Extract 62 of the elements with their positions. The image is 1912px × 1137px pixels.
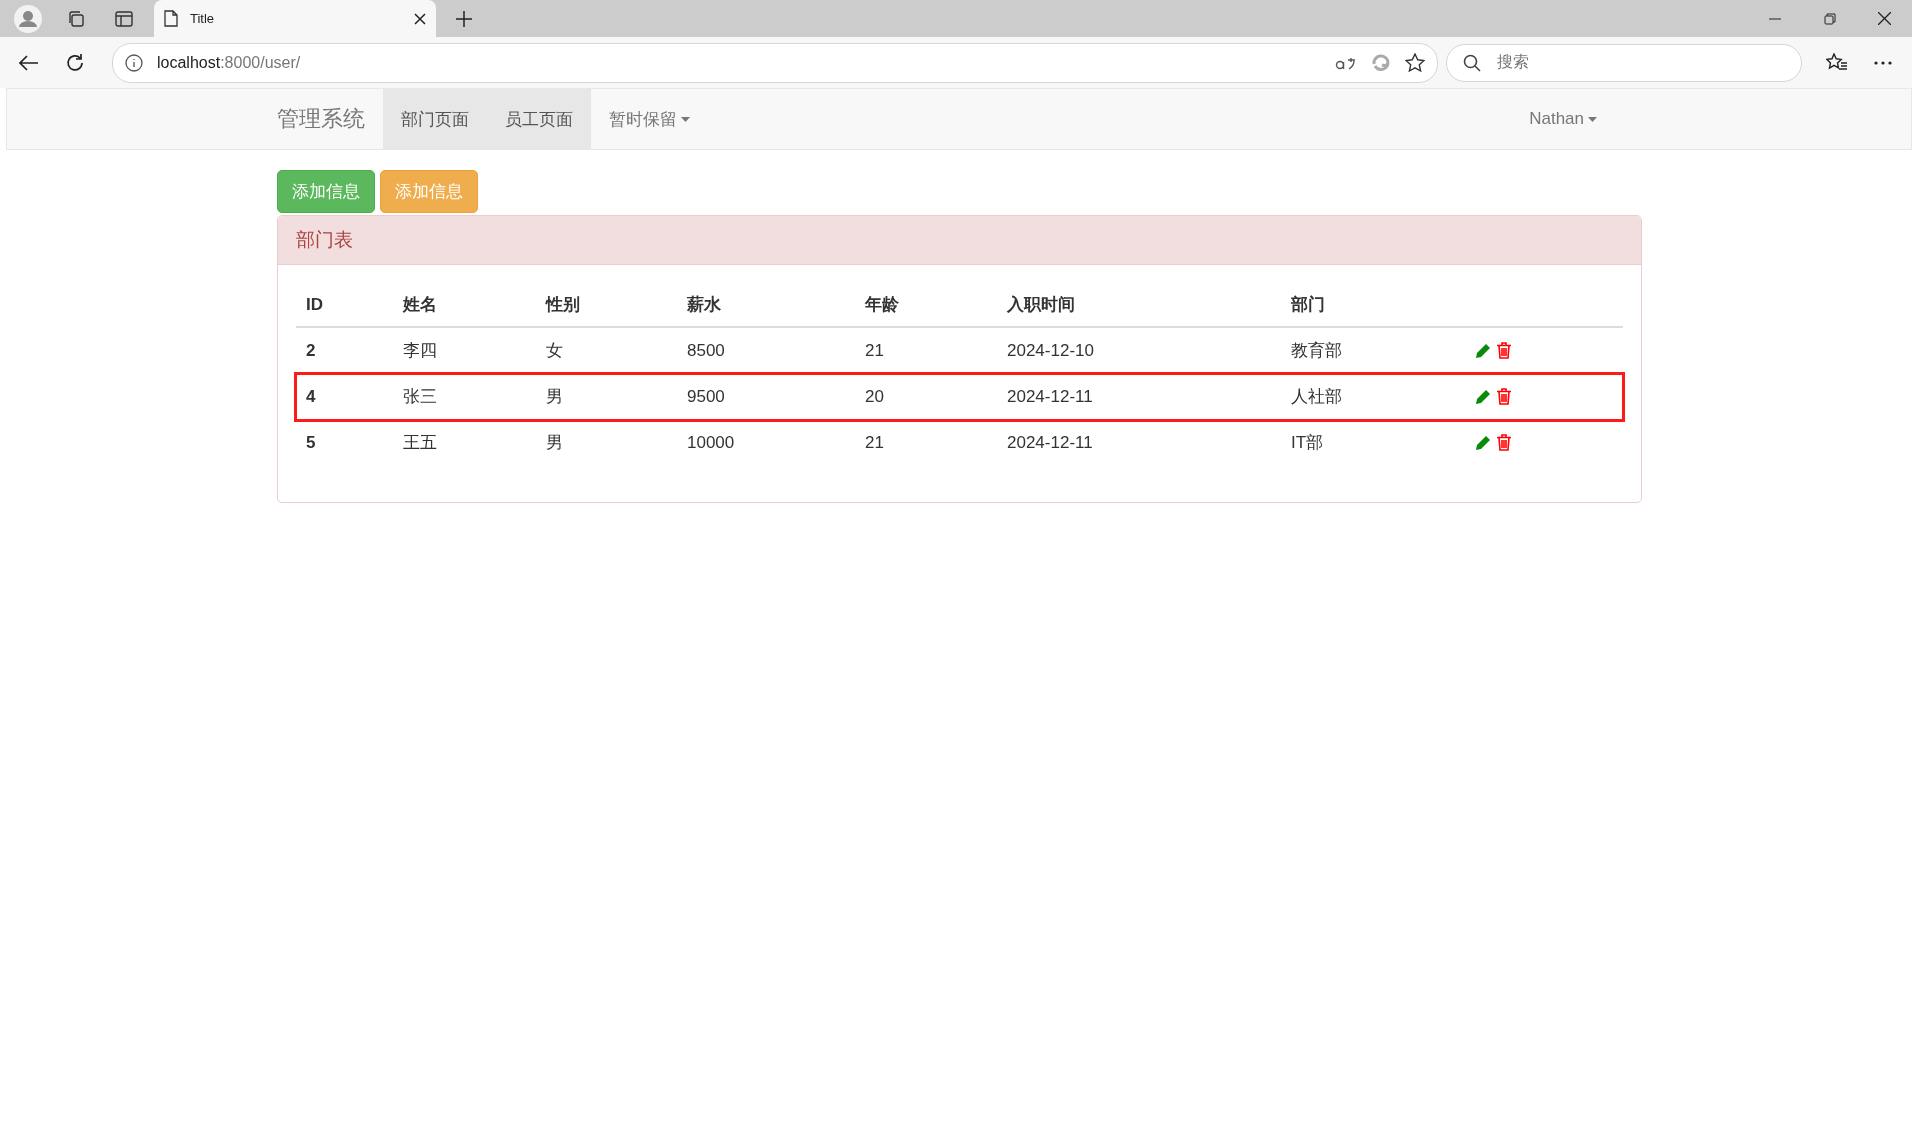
column-header: 性别 — [536, 283, 677, 327]
column-header: ID — [296, 283, 393, 327]
table-cell: 男 — [536, 419, 677, 465]
table-cell: 李四 — [393, 327, 536, 374]
table-cell: IT部 — [1281, 419, 1467, 465]
nav-link[interactable]: 部门页面 — [383, 89, 487, 149]
page-icon — [164, 10, 178, 27]
panel-title: 部门表 — [278, 216, 1641, 265]
column-header: 入职时间 — [997, 283, 1281, 327]
table-cell: 21 — [855, 327, 997, 374]
user-menu[interactable]: Nathan — [1511, 89, 1615, 149]
address-bar[interactable]: localhost:8000/user/ — [112, 42, 1438, 83]
table-cell: 女 — [536, 327, 677, 374]
info-icon[interactable] — [125, 53, 143, 72]
delete-trash-icon[interactable] — [1497, 388, 1511, 405]
more-icon[interactable] — [1874, 60, 1892, 65]
table-cell: 张三 — [393, 373, 536, 420]
column-header: 部门 — [1281, 283, 1467, 327]
close-icon[interactable] — [414, 12, 426, 25]
table-cell: 4 — [296, 373, 393, 420]
tab-layout-icon[interactable] — [115, 10, 133, 27]
table-cell: 20 — [855, 373, 997, 420]
favorite-star-icon[interactable] — [1405, 52, 1425, 73]
read-aloud-icon[interactable] — [1335, 55, 1357, 70]
edit-pencil-icon[interactable] — [1475, 342, 1491, 359]
delete-trash-icon[interactable] — [1497, 342, 1511, 359]
table-cell: 人社部 — [1281, 373, 1467, 420]
table-cell: 2024-12-11 — [997, 419, 1281, 465]
table-cell: 王五 — [393, 419, 536, 465]
table-cell: 男 — [536, 373, 677, 420]
table-cell: 5 — [296, 419, 393, 465]
table-cell: 教育部 — [1281, 327, 1467, 374]
table-cell: 8500 — [677, 327, 855, 374]
table-cell: 9500 — [677, 373, 855, 420]
restore-icon[interactable] — [1823, 12, 1836, 25]
add-button[interactable]: 添加信息 — [277, 170, 375, 213]
url-text: localhost:8000/user/ — [157, 53, 302, 72]
nav-link[interactable]: 员工页面 — [487, 89, 591, 149]
table-cell: 2 — [296, 327, 393, 374]
table-cell: 2024-12-11 — [997, 373, 1281, 420]
table-cell: 21 — [855, 419, 997, 465]
collections-icon[interactable] — [67, 9, 85, 28]
edit-pencil-icon[interactable] — [1475, 434, 1491, 451]
nav-link[interactable]: 暂时保留 — [591, 89, 708, 149]
refresh-icon[interactable] — [65, 52, 85, 73]
column-header: 年龄 — [855, 283, 997, 327]
column-header: 姓名 — [393, 283, 536, 327]
favorites-icon[interactable] — [1826, 52, 1848, 73]
search-field[interactable]: 搜索 — [1446, 43, 1802, 82]
minimize-icon[interactable] — [1768, 17, 1781, 20]
table-cell: 2024-12-10 — [997, 327, 1281, 374]
back-icon[interactable] — [19, 54, 39, 71]
brand-link[interactable]: 管理系统 — [277, 89, 383, 149]
table-cell: 10000 — [677, 419, 855, 465]
new-tab-icon[interactable] — [455, 9, 473, 28]
close-window-icon[interactable] — [1878, 12, 1891, 25]
delete-trash-icon[interactable] — [1497, 434, 1511, 451]
column-header: 薪水 — [677, 283, 855, 327]
search-icon — [1463, 53, 1481, 72]
edit-pencil-icon[interactable] — [1475, 388, 1491, 405]
profile-icon[interactable] — [14, 4, 42, 33]
browser-tab[interactable]: Title — [154, 0, 436, 37]
